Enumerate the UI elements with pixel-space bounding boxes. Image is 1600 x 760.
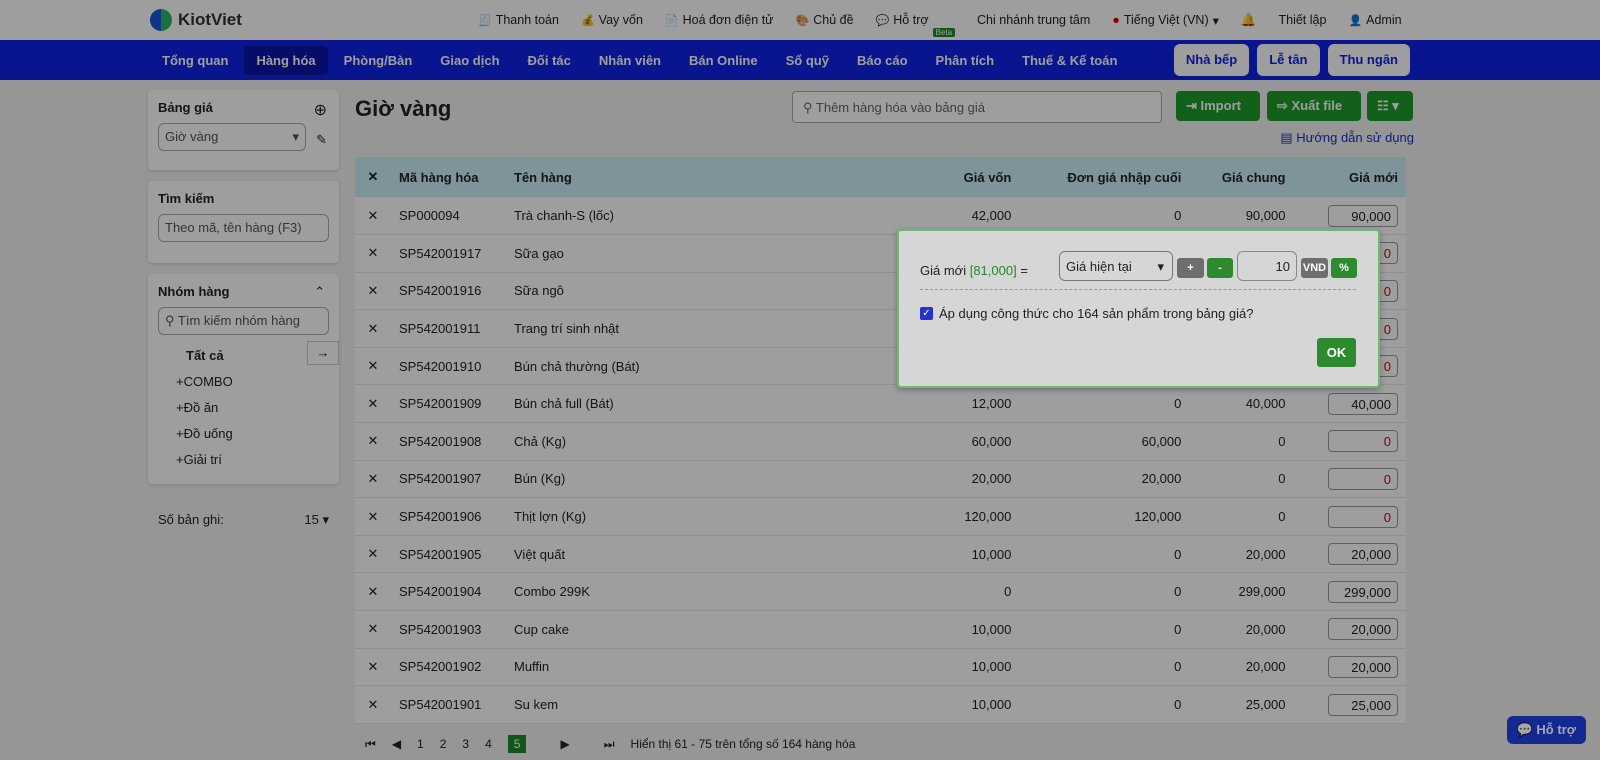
amount-input[interactable]: 10 xyxy=(1237,251,1297,281)
checkmark-icon: ✓ xyxy=(920,307,933,320)
computed-price: [81,000] xyxy=(969,263,1017,278)
divider xyxy=(920,289,1356,290)
support-button[interactable]: 💬 Hỗ trợ xyxy=(1506,716,1586,744)
plus-button[interactable]: + xyxy=(1177,258,1204,278)
price-formula-popup: Giá mới [81,000] = Giá hiện tại ▾ + - 10 … xyxy=(897,229,1380,388)
apply-all-checkbox[interactable]: ✓ Áp dụng công thức cho 164 sản phẩm tron… xyxy=(920,306,1253,321)
base-price-select[interactable]: Giá hiện tại ▾ xyxy=(1059,251,1173,281)
minus-button[interactable]: - xyxy=(1207,258,1233,278)
vnd-button[interactable]: VND xyxy=(1301,258,1328,278)
ok-button[interactable]: OK xyxy=(1317,338,1356,367)
percent-button[interactable]: % xyxy=(1331,258,1357,278)
